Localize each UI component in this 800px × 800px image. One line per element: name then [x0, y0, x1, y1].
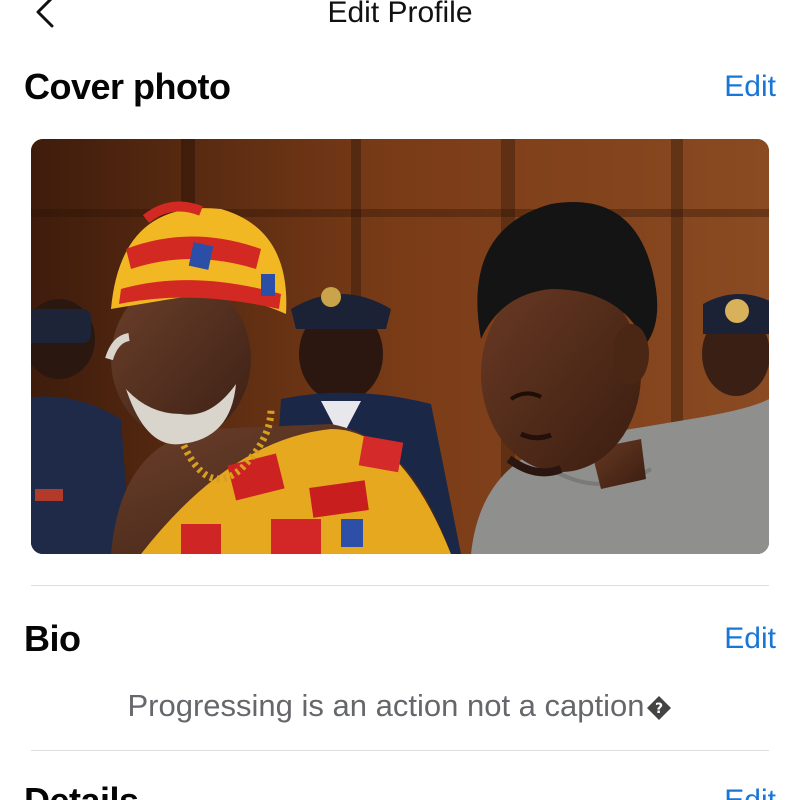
- details-row: Details Edit: [24, 780, 776, 800]
- bio-title: Bio: [24, 618, 81, 659]
- bio-text: Progressing is an action not a caption: [127, 688, 645, 723]
- details-title: Details: [24, 780, 139, 800]
- cover-photo-illustration: [31, 139, 769, 554]
- svg-text:?: ?: [655, 701, 663, 717]
- details-edit-button[interactable]: Edit: [724, 784, 776, 800]
- bio-text-container: Progressing is an action not a caption ?: [0, 688, 800, 724]
- header: Edit Profile: [0, 0, 800, 46]
- divider: [31, 585, 769, 586]
- page-title: Edit Profile: [327, 0, 473, 29]
- cover-photo-image[interactable]: [31, 139, 769, 554]
- bio-row: Bio Edit: [24, 618, 776, 666]
- cover-photo-title: Cover photo: [24, 66, 231, 107]
- cover-photo-edit-button[interactable]: Edit: [724, 70, 776, 104]
- divider: [31, 750, 769, 751]
- cover-photo-row: Cover photo Edit: [24, 66, 776, 114]
- edit-profile-screen: Edit Profile Cover photo Edit Bio Edit P…: [0, 0, 800, 800]
- unknown-character-icon: ?: [647, 695, 672, 720]
- bio-edit-button[interactable]: Edit: [724, 622, 776, 656]
